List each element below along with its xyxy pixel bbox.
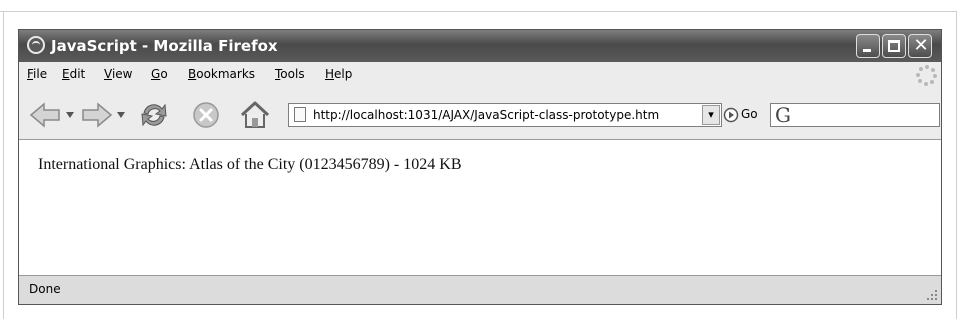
browser-window: JavaScript - Mozilla Firefox ✕ File Edit… [18, 29, 942, 305]
url-bar[interactable]: http://localhost:1031/AJAX/JavaScript-cl… [288, 103, 722, 127]
minimize-icon [863, 49, 871, 52]
menu-bar: File Edit View Go Bookmarks Tools Help [19, 62, 941, 88]
menu-tools[interactable]: Tools [275, 67, 305, 81]
menu-help[interactable]: Help [325, 67, 352, 81]
menu-edit[interactable]: Edit [62, 67, 85, 81]
search-engine-icon[interactable]: G [775, 104, 791, 126]
back-arrow-icon[interactable] [29, 102, 61, 128]
close-button[interactable]: ✕ [908, 34, 932, 58]
home-icon[interactable] [239, 100, 271, 130]
stop-icon[interactable] [192, 101, 220, 129]
go-button[interactable]: Go [741, 107, 758, 121]
back-dropdown-icon[interactable] [66, 112, 74, 118]
status-bar: Done [19, 275, 941, 304]
forward-arrow-icon[interactable] [81, 102, 113, 128]
url-text[interactable]: http://localhost:1031/AJAX/JavaScript-cl… [313, 108, 659, 122]
page-icon [294, 107, 306, 122]
maximize-icon [888, 40, 900, 52]
go-icon[interactable] [723, 107, 739, 123]
menu-bookmarks[interactable]: Bookmarks [188, 67, 255, 81]
menu-go[interactable]: Go [151, 67, 168, 81]
outer-frame-top [0, 11, 957, 12]
minimize-button[interactable] [856, 34, 880, 58]
page-text: International Graphics: Atlas of the Cit… [38, 156, 462, 173]
throbber-icon [916, 65, 937, 86]
search-input[interactable]: G [770, 103, 940, 127]
firefox-app-icon[interactable] [27, 36, 45, 54]
reload-icon[interactable] [139, 100, 169, 130]
forward-dropdown-icon[interactable] [117, 112, 125, 118]
navigation-toolbar: http://localhost:1031/AJAX/JavaScript-cl… [19, 88, 941, 140]
close-icon: ✕ [913, 35, 929, 56]
menu-file[interactable]: File [27, 67, 47, 81]
url-dropdown-button[interactable]: ▾ [702, 105, 720, 125]
window-title: JavaScript - Mozilla Firefox [51, 37, 278, 55]
status-text: Done [29, 282, 61, 296]
menu-view[interactable]: View [104, 67, 132, 81]
page-content: International Graphics: Atlas of the Cit… [19, 140, 941, 275]
outer-frame-left [3, 11, 4, 319]
title-bar[interactable]: JavaScript - Mozilla Firefox ✕ [19, 30, 941, 62]
maximize-button[interactable] [882, 34, 906, 58]
resize-grip-icon[interactable] [926, 289, 938, 301]
